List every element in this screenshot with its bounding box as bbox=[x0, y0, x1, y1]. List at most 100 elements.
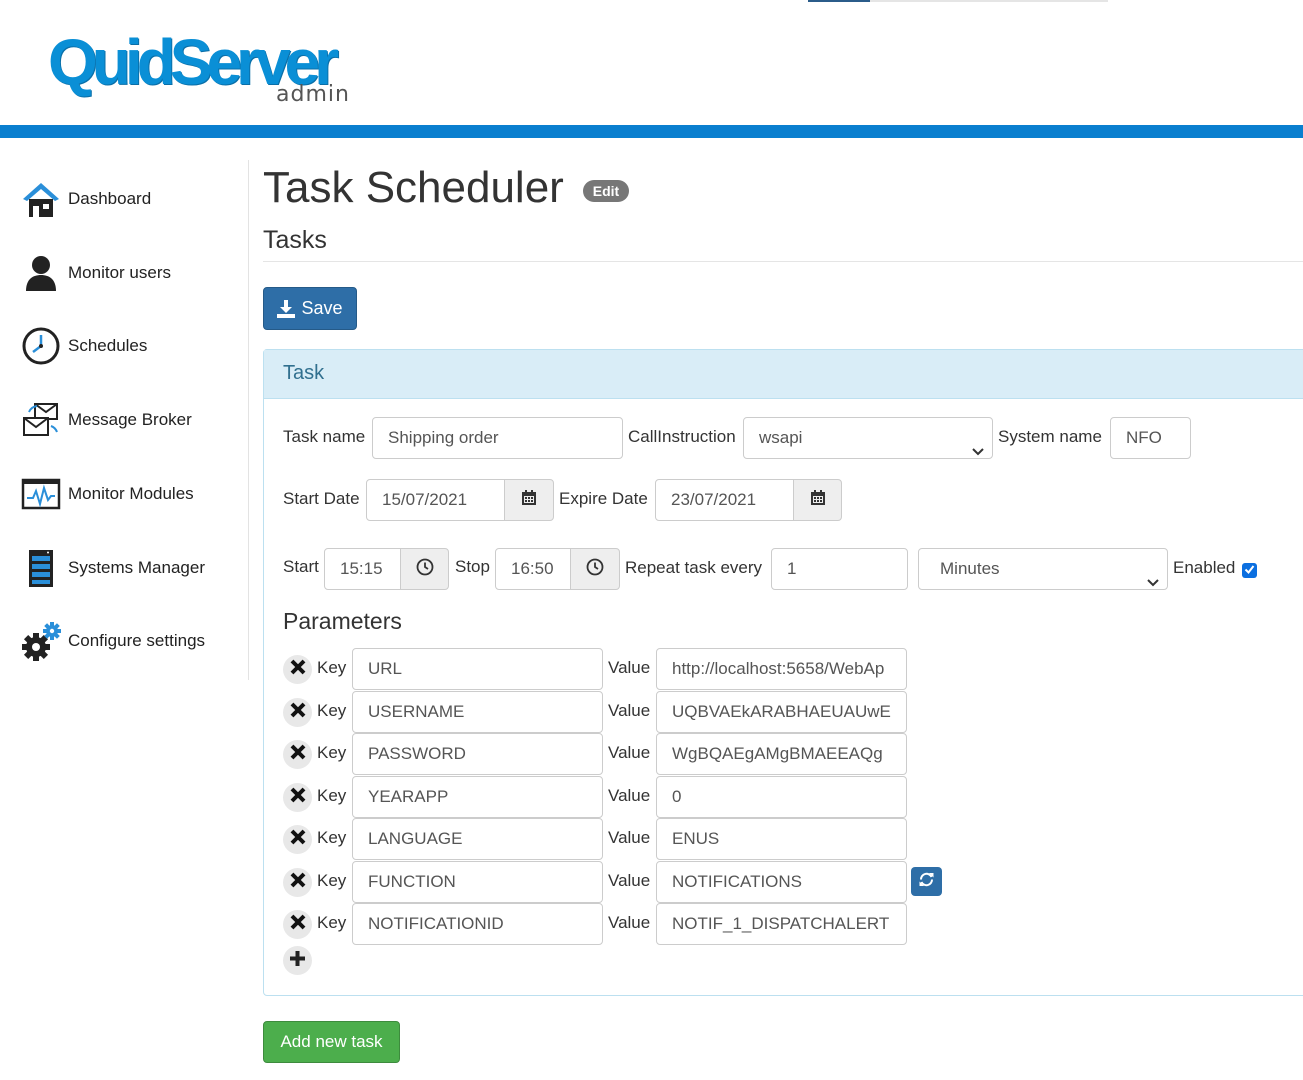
parameter-value-label: Value bbox=[608, 658, 651, 677]
parameter-key-label: Key bbox=[317, 701, 347, 720]
start-time-picker-button[interactable] bbox=[400, 548, 449, 590]
app-header: QuidServer admin bbox=[0, 0, 1303, 125]
parameter-key-input[interactable]: PASSWORD bbox=[352, 733, 603, 775]
page-title: Task Scheduler bbox=[263, 163, 564, 212]
gears-icon bbox=[20, 620, 62, 662]
calendar-icon bbox=[521, 489, 537, 511]
add-new-task-button[interactable]: Add new task bbox=[263, 1021, 400, 1063]
chevron-down-icon bbox=[972, 432, 984, 458]
tasks-heading: Tasks bbox=[263, 226, 327, 254]
repeat-label: Repeat task every bbox=[625, 558, 763, 577]
parameter-row: Key NOTIFICATIONID Value NOTIF_1_DISPATCHAL… bbox=[283, 903, 983, 945]
logo-subtitle: admin bbox=[276, 82, 350, 107]
parameter-row: Key PASSWORD Value WgBQAEgAMgBMAEEAQg bbox=[283, 733, 983, 775]
parameters-heading: Parameters bbox=[283, 608, 402, 634]
remove-parameter-button[interactable] bbox=[283, 910, 312, 939]
sidebar-item-monitor-users[interactable]: Monitor users bbox=[20, 248, 245, 298]
parameter-value-input[interactable]: http://localhost:5658/WebAp bbox=[656, 648, 907, 690]
refresh-button[interactable] bbox=[911, 867, 942, 896]
parameter-key-input[interactable]: NOTIFICATIONID bbox=[352, 903, 603, 945]
checkmark-icon bbox=[1244, 562, 1255, 580]
parameter-key-input[interactable]: YEARAPP bbox=[352, 776, 603, 818]
start-date-label: Start Date bbox=[283, 489, 360, 508]
header-accent-bar bbox=[0, 125, 1303, 138]
server-rack-icon bbox=[20, 547, 62, 589]
remove-parameter-button[interactable] bbox=[283, 740, 312, 769]
parameter-key-input[interactable]: LANGUAGE bbox=[352, 818, 603, 860]
enabled-label: Enabled bbox=[1173, 558, 1236, 577]
start-date-picker-button[interactable] bbox=[504, 479, 554, 521]
start-time-label: Start bbox=[283, 557, 319, 576]
sidebar-item-label: Dashboard bbox=[68, 189, 152, 208]
sidebar-item-monitor-modules[interactable]: Monitor Modules bbox=[20, 469, 245, 519]
system-name-input[interactable]: NFO bbox=[1110, 417, 1191, 459]
expire-date-input[interactable]: 23/07/2021 bbox=[655, 479, 795, 521]
save-button[interactable]: Save bbox=[263, 287, 357, 330]
sidebar: Dashboard Monitor users Schedules Messag… bbox=[0, 160, 249, 680]
sidebar-item-schedules[interactable]: Schedules bbox=[20, 321, 245, 371]
sidebar-item-dashboard[interactable]: Dashboard bbox=[20, 174, 245, 224]
parameter-row: Key USERNAME Value UQBVAEkARABHAEUAUwE bbox=[283, 691, 983, 733]
parameter-value-label: Value bbox=[608, 743, 651, 762]
enabled-checkbox[interactable] bbox=[1242, 563, 1257, 578]
sidebar-item-label: Message Broker bbox=[68, 410, 192, 429]
close-icon bbox=[290, 872, 306, 893]
house-icon bbox=[20, 178, 62, 220]
parameter-value-input[interactable]: WgBQAEgAMgBMAEEAQg bbox=[656, 733, 907, 775]
task-name-input[interactable]: Shipping order bbox=[372, 417, 623, 459]
sidebar-item-label: Monitor Modules bbox=[68, 484, 194, 503]
sidebar-item-message-broker[interactable]: Message Broker bbox=[20, 395, 245, 445]
close-icon bbox=[290, 914, 306, 935]
header-tab-strip bbox=[808, 0, 1108, 2]
repeat-unit-value: Minutes bbox=[940, 559, 1000, 578]
parameter-value-input[interactable]: UQBVAEkARABHAEUAUwE bbox=[656, 691, 907, 733]
parameter-key-input[interactable]: URL bbox=[352, 648, 603, 690]
remove-parameter-button[interactable] bbox=[283, 655, 312, 684]
save-button-label: Save bbox=[301, 298, 343, 318]
close-icon bbox=[290, 829, 306, 850]
remove-parameter-button[interactable] bbox=[283, 868, 312, 897]
clock-icon bbox=[416, 558, 434, 581]
pulse-monitor-icon bbox=[20, 473, 62, 515]
repeat-interval-input[interactable]: 1 bbox=[771, 548, 908, 590]
stop-time-input[interactable]: 16:50 bbox=[495, 548, 572, 590]
download-icon bbox=[277, 299, 296, 318]
sidebar-item-configure-settings[interactable]: Configure settings bbox=[20, 616, 245, 666]
stop-time-picker-button[interactable] bbox=[570, 548, 620, 590]
expire-date-label: Expire Date bbox=[559, 489, 648, 508]
add-parameter-button[interactable] bbox=[283, 946, 312, 975]
stop-time-label: Stop bbox=[455, 557, 490, 576]
parameter-key-label: Key bbox=[317, 786, 347, 805]
parameter-value-input[interactable]: NOTIF_1_DISPATCHALERT bbox=[656, 903, 907, 945]
expire-date-picker-button[interactable] bbox=[793, 479, 842, 521]
task-panel-title: Task bbox=[283, 362, 325, 384]
refresh-icon bbox=[918, 871, 935, 893]
remove-parameter-button[interactable] bbox=[283, 698, 312, 727]
sidebar-item-systems-manager[interactable]: Systems Manager bbox=[20, 543, 245, 593]
sidebar-item-label: Configure settings bbox=[68, 631, 206, 650]
start-time-input[interactable]: 15:15 bbox=[324, 548, 402, 590]
parameter-row: Key URL Value http://localhost:5658/WebAp bbox=[283, 648, 983, 690]
user-icon bbox=[20, 252, 62, 294]
start-date-input[interactable]: 15/07/2021 bbox=[366, 479, 506, 521]
parameter-key-input[interactable]: USERNAME bbox=[352, 691, 603, 733]
envelopes-icon bbox=[20, 399, 62, 441]
parameter-value-label: Value bbox=[608, 913, 651, 932]
remove-parameter-button[interactable] bbox=[283, 825, 312, 854]
call-instruction-select[interactable]: wsapi bbox=[743, 417, 993, 459]
repeat-unit-select[interactable]: Minutes bbox=[918, 548, 1168, 590]
parameter-value-label: Value bbox=[608, 701, 651, 720]
sidebar-item-label: Schedules bbox=[68, 336, 148, 355]
quidserver-logo[interactable]: QuidServer admin bbox=[48, 26, 368, 116]
parameter-key-input[interactable]: FUNCTION bbox=[352, 861, 603, 903]
plus-icon bbox=[290, 950, 305, 971]
parameter-value-label: Value bbox=[608, 871, 651, 890]
parameter-value-input[interactable]: 0 bbox=[656, 776, 907, 818]
clock-icon bbox=[20, 325, 62, 367]
remove-parameter-button[interactable] bbox=[283, 783, 312, 812]
parameter-row: Key FUNCTION Value NOTIFICATIONS bbox=[283, 861, 983, 903]
edit-badge[interactable]: Edit bbox=[583, 180, 629, 202]
parameter-value-label: Value bbox=[608, 828, 651, 847]
parameter-value-input[interactable]: NOTIFICATIONS bbox=[656, 861, 907, 903]
parameter-value-input[interactable]: ENUS bbox=[656, 818, 907, 860]
